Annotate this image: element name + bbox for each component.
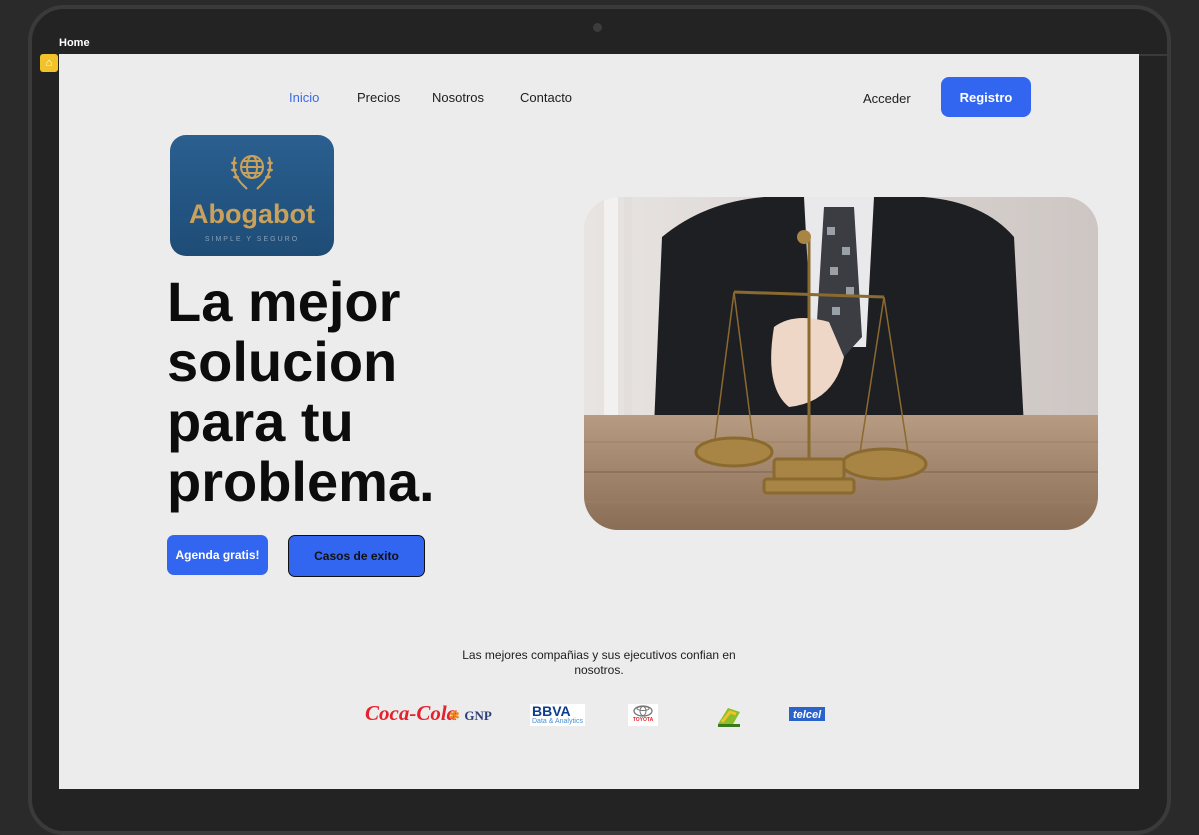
multiva-leaf-icon: [718, 708, 740, 727]
gnp-flower-icon: ✽: [449, 708, 460, 723]
casos-button[interactable]: Casos de exito: [288, 535, 425, 577]
logo-tagline: SIMPLE Y SEGURO: [204, 236, 300, 243]
camera-dot: [593, 23, 602, 32]
nav-nosotros[interactable]: Nosotros: [432, 90, 484, 105]
bbva-text: BBVA: [532, 703, 571, 719]
telcel-logo: telcel: [789, 707, 826, 721]
globe-laurel-icon: [231, 155, 273, 190]
multiva-logo: [716, 704, 742, 733]
trust-tagline: Las mejores compañias y sus ejecutivos c…: [462, 648, 736, 677]
nav-inicio[interactable]: Inicio: [289, 90, 319, 105]
hero-image: [584, 197, 1098, 530]
gnp-logo: ✽ GNP: [449, 707, 492, 725]
frame-edge: [1139, 54, 1169, 56]
telcel-text: telcel: [793, 709, 822, 721]
agenda-button[interactable]: Agenda gratis!: [167, 535, 268, 575]
coca-cola-logo: Coca-Cola: [365, 701, 457, 726]
nav-precios[interactable]: Precios: [357, 90, 400, 105]
hero-title: La mejor solucion para tu problema.: [167, 270, 435, 513]
login-link[interactable]: Acceder: [863, 91, 911, 106]
lawyer-scales-illustration: [584, 197, 1098, 530]
nav-contacto[interactable]: Contacto: [520, 90, 572, 105]
landing-page: Inicio Precios Nosotros Contacto Acceder…: [59, 54, 1139, 789]
toyota-emblem-icon: [633, 705, 653, 717]
home-icon[interactable]: ⌂: [40, 54, 58, 72]
gnp-text: GNP: [464, 708, 492, 723]
coca-cola-text: Coca-Cola: [365, 701, 458, 725]
abogabot-logo: Abogabot SIMPLE Y SEGURO: [170, 135, 334, 256]
bbva-logo: BBVA Data & Analytics: [530, 704, 585, 726]
toyota-logo: TOYOTA: [628, 704, 658, 726]
register-button[interactable]: Registro: [941, 77, 1031, 117]
logo-title: Abogabot: [189, 199, 315, 229]
toyota-text: TOYOTA: [632, 717, 654, 723]
bbva-subtext: Data & Analytics: [532, 718, 583, 725]
frame-label: Home: [59, 37, 90, 49]
